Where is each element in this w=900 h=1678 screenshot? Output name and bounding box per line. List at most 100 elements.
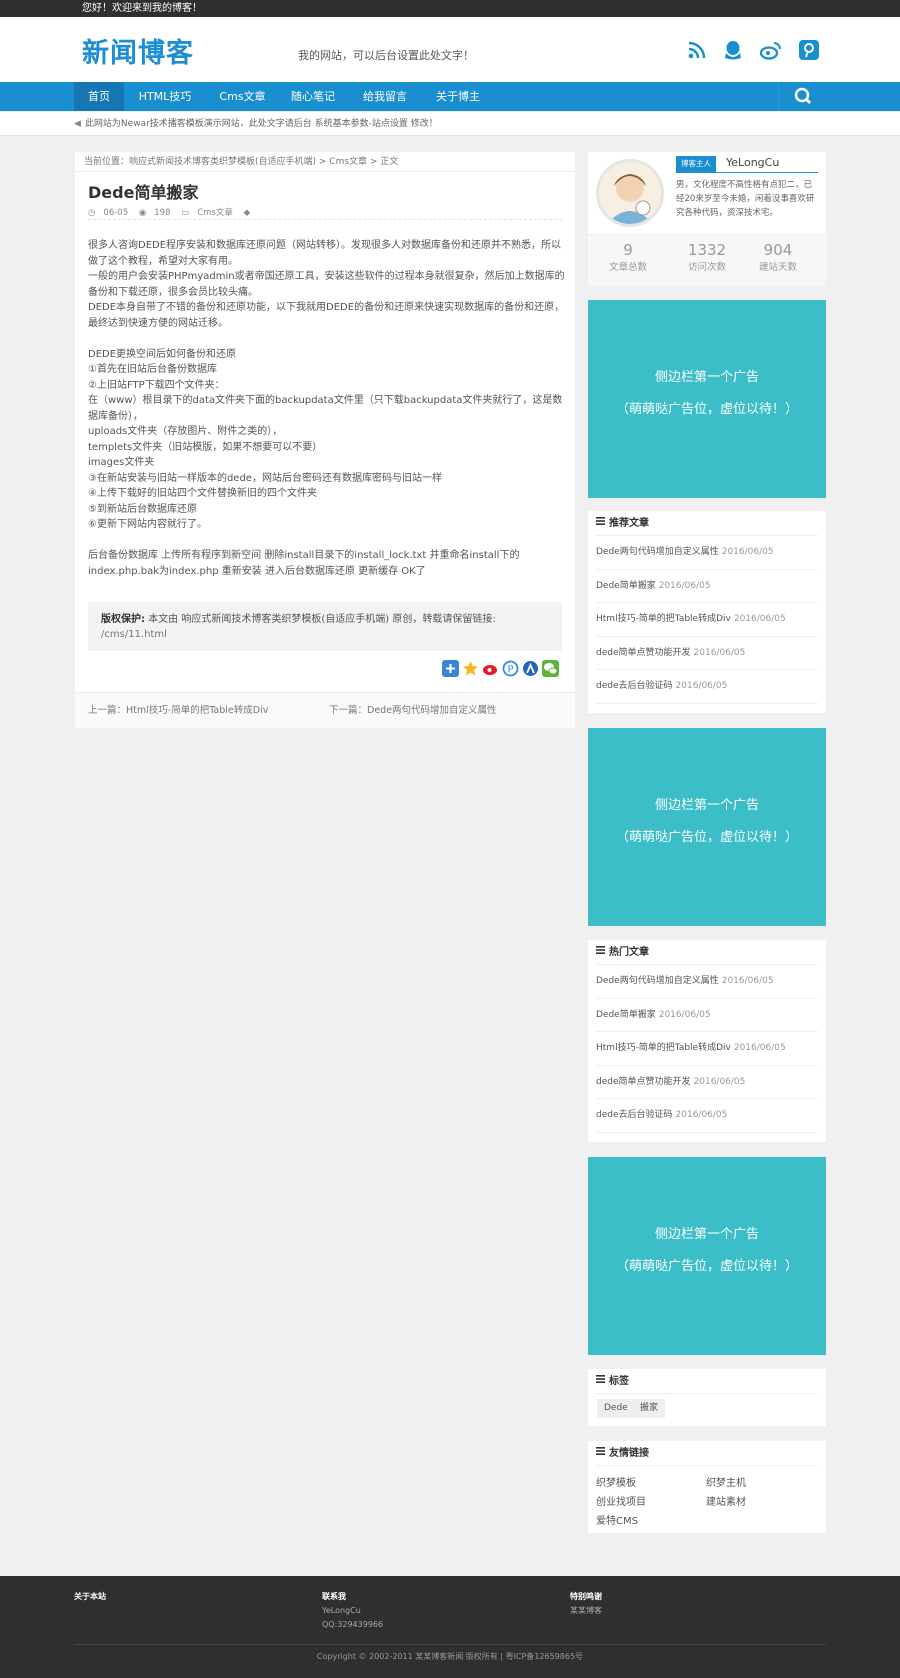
article-date: 06-05 — [103, 208, 129, 218]
qq-icon[interactable] — [722, 39, 744, 61]
friend-link[interactable]: 创业找项目 — [596, 1493, 646, 1508]
friend-link[interactable]: 织梦模板 — [596, 1474, 636, 1489]
sidebar-ad[interactable]: 侧边栏第一个广告 （萌萌哒广告位，虚位以待！） — [588, 728, 826, 926]
nav-item-html[interactable]: HTML技巧 — [130, 82, 200, 111]
article-title: Dede简单搬家 — [88, 183, 199, 202]
item-title[interactable]: dede简单点赞功能开发 — [596, 648, 691, 658]
nav-item-notes[interactable]: 随心笔记 — [283, 82, 343, 111]
widget-title-text: 友情链接 — [609, 1448, 649, 1459]
list-item[interactable]: dede去后台验证码 2016/06/05 — [596, 670, 818, 704]
sidebar-ad[interactable]: 侧边栏第一个广告 （萌萌哒广告位，虚位以待！） — [588, 300, 826, 498]
item-title[interactable]: Html技巧-简单的把Table转成Div — [596, 1043, 731, 1053]
pinterest-icon[interactable] — [798, 39, 820, 61]
tag-chip[interactable]: 搬家 — [633, 1399, 666, 1418]
friend-link[interactable]: 建站素材 — [706, 1493, 746, 1508]
breadcrumb[interactable]: 当前位置：响应式新闻技术博客类织梦模板(自适应手机端) > Cms文章 > 正文 — [75, 152, 575, 172]
paragraph: ④上传下载好的旧站四个文件替换新旧的四个文件夹 — [88, 488, 317, 499]
item-title[interactable]: Dede两句代码增加自定义属性 — [596, 976, 719, 986]
weibo-icon[interactable] — [759, 39, 782, 61]
list-icon — [596, 511, 605, 535]
megaphone-icon: ◀ — [74, 119, 81, 129]
ad-line-2: （萌萌哒广告位，虚位以待！） — [615, 1259, 798, 1274]
nav-item-cms[interactable]: Cms文章 — [210, 82, 275, 111]
paragraph: ②上旧站FTP下载四个文件夹： — [88, 379, 225, 391]
weibo-share-icon[interactable] — [482, 660, 499, 677]
recommended-list: Dede两句代码增加自定义属性 2016/06/05 Dede简单搬家 2016/0… — [596, 535, 818, 704]
footer-thanks-item[interactable]: 某某博客 — [570, 1604, 602, 1618]
footer-thanks: 特别鸣谢 某某博客 — [570, 1590, 602, 1618]
pinterest-share-icon[interactable]: P — [502, 660, 519, 677]
paragraph: 很多人咨询DEDE程序安装和数据库还原问题（网站转移）。发现很多人对数据库备份和… — [88, 240, 562, 267]
footer-contact-title: 联系我 — [322, 1592, 346, 1601]
item-title[interactable]: Dede简单搬家 — [596, 1010, 656, 1020]
item-date: 2016/06/05 — [658, 1009, 711, 1020]
wechat-icon[interactable] — [542, 660, 559, 677]
search-button[interactable] — [778, 82, 826, 111]
list-item[interactable]: Dede两句代码增加自定义属性 2016/06/05 — [596, 536, 818, 570]
widget-title-text: 标签 — [609, 1376, 629, 1387]
stat-label: 访问次数 — [687, 262, 726, 273]
welcome-text: 您好！欢迎来到我的博客！ — [82, 3, 202, 14]
item-date: 2016/06/05 — [733, 614, 786, 624]
item-title[interactable]: dede去后台验证码 — [596, 681, 673, 691]
nav-item-guestbook[interactable]: 给我留言 — [356, 82, 414, 111]
rss-icon[interactable] — [686, 39, 708, 61]
footer-divider — [74, 1644, 826, 1645]
list-item[interactable]: dede简单点赞功能开发 2016/06/05 — [596, 637, 818, 670]
item-date: 2016/06/05 — [675, 1110, 728, 1120]
qzone-icon[interactable] — [462, 660, 479, 677]
list-item[interactable]: Dede简单搬家 2016/06/05 — [596, 999, 818, 1032]
top-welcome-bar: 您好！欢迎来到我的博客！ — [0, 0, 900, 17]
eye-icon: ◉ — [138, 208, 147, 218]
tag-chip[interactable]: Dede — [597, 1399, 635, 1418]
list-icon — [596, 1441, 605, 1465]
widget-title: 推荐文章 — [596, 511, 649, 535]
hot-list: Dede两句代码增加自定义属性 2016/06/05 Dede简单搬家 2016/0… — [596, 964, 818, 1133]
friend-link[interactable]: 织梦主机 — [706, 1474, 746, 1489]
copyright-link[interactable]: /cms/11.html — [101, 629, 167, 640]
notice-bar: ◀ 此网站为Newar技术播客模板演示网站，此处文字请后台 系统基本参数-站点设置… — [0, 112, 900, 136]
avatar[interactable] — [596, 159, 664, 227]
list-item[interactable]: Html技巧-简单的把Table转成Div 2016/06/05 — [596, 603, 818, 637]
list-item[interactable]: Dede简单搬家 2016/06/05 — [596, 570, 818, 603]
stat-value: 9 — [623, 241, 633, 259]
footer-about: 关于本站 — [74, 1590, 106, 1604]
nav-item-home[interactable]: 首页 — [74, 82, 124, 111]
copyright-label: 版权保护: — [101, 614, 145, 625]
article-body: 很多人咨询DEDE程序安装和数据库还原问题（网站转移）。发现很多人对数据库备份和… — [88, 238, 566, 579]
item-date: 2016/06/05 — [693, 647, 746, 658]
paragraph — [88, 331, 566, 347]
nav-item-about[interactable]: 关于博主 — [428, 82, 488, 111]
prev-article-link[interactable]: 上一篇：Html技巧-简单的把Table转成Div — [88, 693, 268, 729]
stats-row: 9 文章总数 1332 访问次数 904 建站天数 — [588, 234, 826, 286]
recommended-widget: 推荐文章 Dede两句代码增加自定义属性 2016/06/05 Dede简单搬家 2… — [588, 511, 826, 713]
svg-text:P: P — [508, 665, 514, 676]
share-more-icon[interactable] — [442, 660, 459, 677]
list-item[interactable]: dede简单点赞功能开发 2016/06/05 — [596, 1066, 818, 1099]
paragraph: templets文件夹（旧站模版，如果不想要可以不要） — [88, 441, 323, 453]
sidebar-ad[interactable]: 侧边栏第一个广告 （萌萌哒广告位，虚位以待！） — [588, 1157, 826, 1355]
item-date: 2016/06/05 — [693, 1076, 746, 1087]
ad-line-2: （萌萌哒广告位，虚位以待！） — [615, 402, 798, 417]
stat-label: 文章总数 — [608, 262, 647, 273]
list-item[interactable]: Dede两句代码增加自定义属性 2016/06/05 — [596, 965, 818, 999]
friend-link[interactable]: 爱特CMS — [596, 1512, 638, 1527]
item-title[interactable]: Dede两句代码增加自定义属性 — [596, 547, 719, 557]
renren-icon[interactable] — [522, 660, 539, 677]
article-panel: 当前位置：响应式新闻技术博客类织梦模板(自适应手机端) > Cms文章 > 正文… — [75, 152, 575, 728]
stat-days: 904 建站天数 — [738, 241, 818, 273]
item-title[interactable]: dede简单点赞功能开发 — [596, 1077, 691, 1087]
footer-contact-name: YeLongCu — [322, 1606, 361, 1615]
next-article-link[interactable]: 下一篇：Dede两句代码增加自定义属性 — [329, 693, 497, 729]
paragraph: ③在新站安装与旧站一样版本的dede，网站后台密码还有数据库密码与旧站一样 — [88, 472, 442, 484]
item-title[interactable]: Dede简单搬家 — [596, 581, 656, 591]
site-logo[interactable]: 新闻博客 — [82, 31, 194, 70]
paragraph: DEDE本身自带了不错的备份和还原功能，以下我就用DEDE的备份和还原来快速实现… — [88, 302, 565, 329]
footer-copyright: Copyright © 2002-2011 某某博客新闻 版权所有 | 粤ICP… — [316, 1652, 584, 1661]
article-category[interactable]: Cms文章 — [197, 208, 233, 218]
list-item[interactable]: Html技巧-简单的把Table转成Div 2016/06/05 — [596, 1032, 818, 1066]
list-item[interactable]: dede去后台验证码 2016/06/05 — [596, 1099, 818, 1133]
item-title[interactable]: Html技巧-简单的把Table转成Div — [596, 614, 731, 624]
widget-title: 友情链接 — [596, 1441, 649, 1465]
item-title[interactable]: dede去后台验证码 — [596, 1110, 673, 1120]
